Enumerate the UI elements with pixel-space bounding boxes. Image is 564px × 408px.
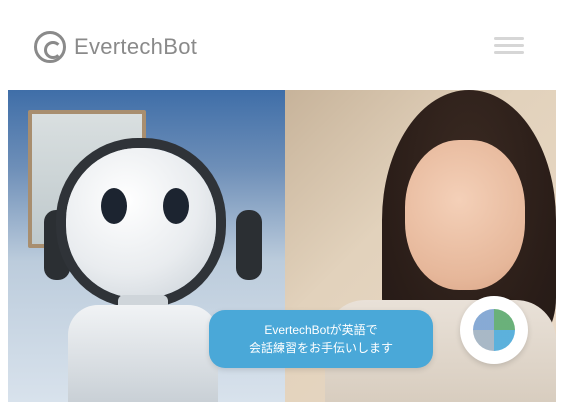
robot-avatar-icon[interactable] xyxy=(460,296,528,364)
robot-eye-right xyxy=(163,188,189,224)
robot-head xyxy=(66,148,216,298)
menu-bar xyxy=(494,51,524,54)
speech-bubble: EvertechBotが英語で 会話練習をお手伝いします xyxy=(209,310,433,368)
evertechbot-logo-icon xyxy=(34,31,66,63)
hamburger-menu-icon[interactable] xyxy=(494,33,524,59)
brand-logo[interactable]: EvertechBot xyxy=(34,30,197,64)
robot-eye-left xyxy=(101,188,127,224)
bubble-line-2: 会話練習をお手伝いします xyxy=(248,341,393,355)
bubble-line-1: EvertechBotが英語で xyxy=(264,323,378,337)
menu-bar xyxy=(494,37,524,40)
headphone-right xyxy=(236,210,262,280)
brand-name: EvertechBot xyxy=(74,34,198,59)
robot-body xyxy=(68,305,218,402)
avatar-image xyxy=(473,309,515,351)
person-face xyxy=(405,140,525,290)
menu-bar xyxy=(494,44,524,47)
site-header: EvertechBot xyxy=(0,0,564,90)
